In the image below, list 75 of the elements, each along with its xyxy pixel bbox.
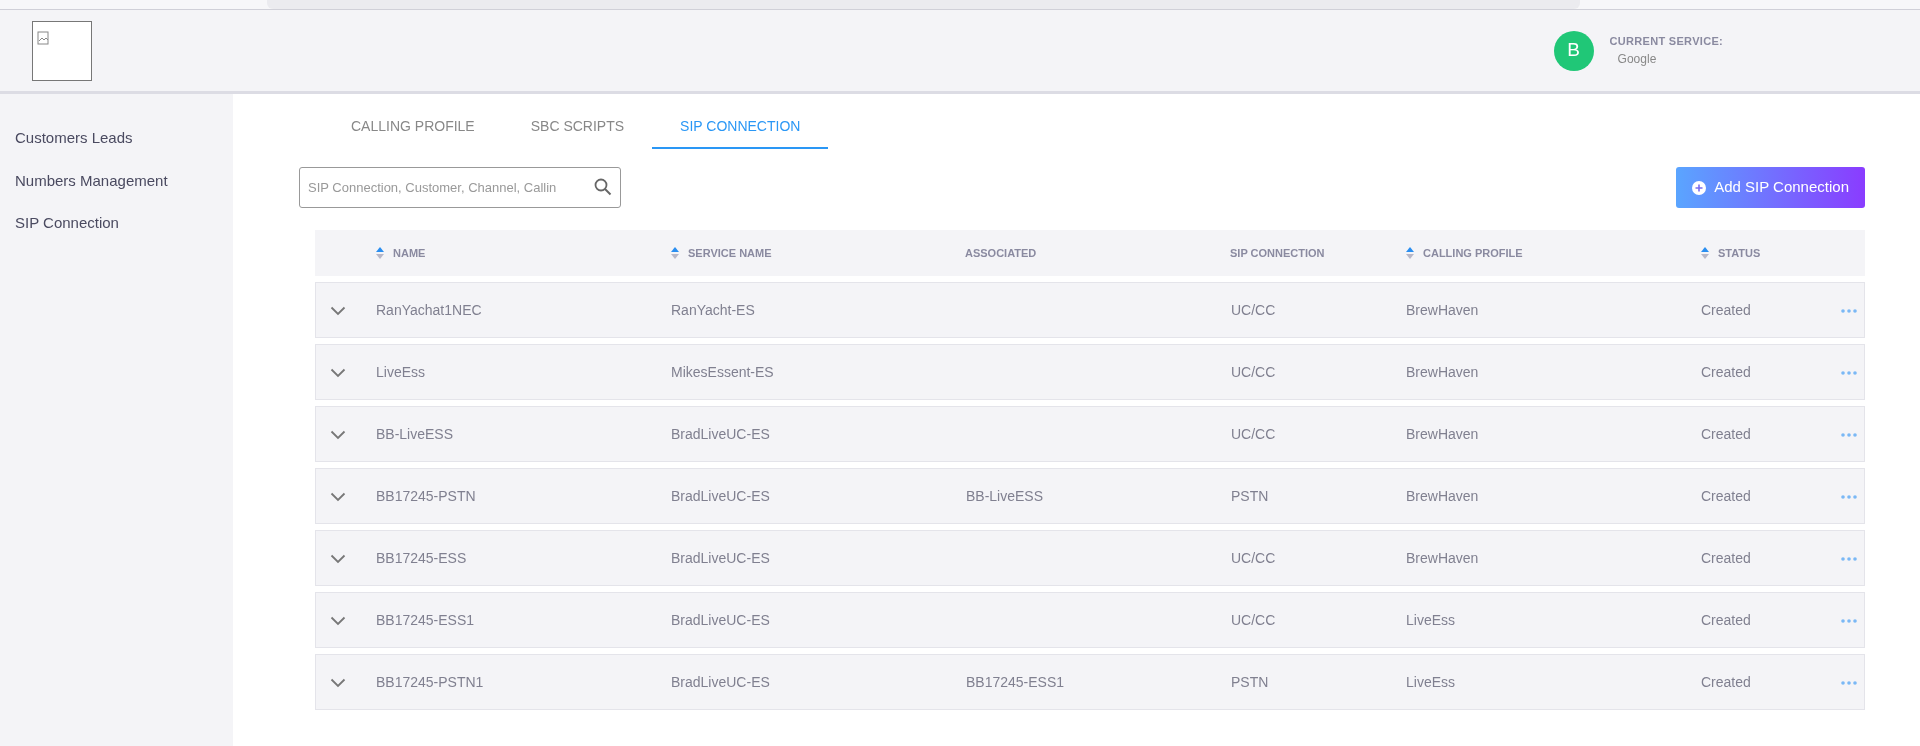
sort-icon[interactable] bbox=[1700, 246, 1710, 260]
sort-icon[interactable] bbox=[375, 246, 385, 260]
table-cell: BrewHaven bbox=[1406, 487, 1479, 504]
search-field[interactable]: SIP Connection, Customer, Channel, Callin bbox=[299, 167, 621, 208]
chevron-down-icon[interactable] bbox=[330, 429, 346, 440]
more-options-icon[interactable] bbox=[1841, 618, 1857, 623]
table-cell: Created bbox=[1701, 549, 1751, 566]
table-cell: LiveEss bbox=[376, 363, 426, 380]
chevron-down-icon[interactable] bbox=[330, 615, 346, 626]
table-cell: Created bbox=[1701, 425, 1751, 442]
more-options-icon[interactable] bbox=[1841, 556, 1857, 561]
table-cell: BB-LiveESS bbox=[966, 487, 1044, 504]
column-header: CALLING PROFILE bbox=[1423, 245, 1523, 261]
table-cell: LiveEss bbox=[1406, 611, 1456, 628]
sidebar-item[interactable]: Numbers Management bbox=[0, 156, 233, 199]
current-service-label: CURRENT SERVICE: bbox=[1609, 34, 1723, 50]
table-cell: BradLiveUC-ES bbox=[671, 487, 770, 504]
table-cell: UC/CC bbox=[1231, 301, 1276, 318]
table-cell: BrewHaven bbox=[1406, 549, 1479, 566]
table-cell: BrewHaven bbox=[1406, 301, 1479, 318]
table-cell: BB17245-ESS1 bbox=[966, 673, 1065, 690]
table-cell: Created bbox=[1701, 611, 1751, 628]
table-cell: Created bbox=[1701, 363, 1751, 380]
table-cell: UC/CC bbox=[1231, 363, 1276, 380]
sort-icon[interactable] bbox=[1405, 246, 1415, 260]
more-options-icon[interactable] bbox=[1841, 308, 1857, 313]
chevron-down-icon[interactable] bbox=[330, 491, 346, 502]
table-cell: PSTN bbox=[1231, 673, 1269, 690]
tab[interactable]: SBC SCRIPTS bbox=[502, 102, 653, 149]
table-cell: BradLiveUC-ES bbox=[671, 611, 770, 628]
chevron-down-icon[interactable] bbox=[330, 367, 346, 378]
tab[interactable]: CALLING PROFILE bbox=[323, 102, 503, 149]
plus-circle-icon bbox=[1692, 180, 1707, 195]
table-cell: UC/CC bbox=[1231, 611, 1276, 628]
table-cell: BB17245-PSTN bbox=[376, 487, 476, 504]
table-cell: BradLiveUC-ES bbox=[671, 549, 770, 566]
table-cell: MikesEssent-ES bbox=[671, 363, 774, 380]
table-cell: PSTN bbox=[1231, 487, 1269, 504]
table-cell: UC/CC bbox=[1231, 425, 1276, 442]
table-cell: UC/CC bbox=[1231, 549, 1276, 566]
broken-image-icon bbox=[37, 31, 51, 46]
avatar: B bbox=[1553, 30, 1594, 71]
column-header: NAME bbox=[393, 245, 426, 261]
search-icon bbox=[594, 178, 612, 196]
table-cell: BB17245-ESS bbox=[376, 549, 467, 566]
table-cell: Created bbox=[1701, 673, 1751, 690]
column-header: SERVICE NAME bbox=[688, 245, 772, 261]
sort-icon[interactable] bbox=[670, 246, 680, 260]
tab[interactable]: SIP CONNECTION bbox=[652, 102, 829, 149]
chevron-down-icon[interactable] bbox=[330, 677, 346, 688]
table-cell: BrewHaven bbox=[1406, 425, 1479, 442]
column-header: SIP CONNECTION bbox=[1230, 245, 1325, 261]
more-options-icon[interactable] bbox=[1841, 680, 1857, 685]
column-header: STATUS bbox=[1718, 245, 1761, 261]
table-cell: LiveEss bbox=[1406, 673, 1456, 690]
table-cell: BrewHaven bbox=[1406, 363, 1479, 380]
add-sip-connection-button[interactable]: Add SIP Connection bbox=[1676, 167, 1865, 208]
table-cell: BB17245-PSTN1 bbox=[376, 673, 484, 690]
table-cell: RanYachat1NEC bbox=[376, 301, 482, 318]
column-header: ASSOCIATED bbox=[965, 245, 1037, 261]
table-cell: BB-LiveESS bbox=[376, 425, 454, 442]
table-cell: Created bbox=[1701, 487, 1751, 504]
table-cell: RanYacht-ES bbox=[671, 301, 755, 318]
sidebar-item[interactable]: SIP Connection bbox=[0, 199, 233, 242]
chevron-down-icon[interactable] bbox=[330, 553, 346, 564]
more-options-icon[interactable] bbox=[1841, 370, 1857, 375]
more-options-icon[interactable] bbox=[1841, 494, 1857, 499]
table-cell: Created bbox=[1701, 301, 1751, 318]
table-cell: BB17245-ESS1 bbox=[376, 611, 475, 628]
table-cell: BradLiveUC-ES bbox=[671, 673, 770, 690]
more-options-icon[interactable] bbox=[1841, 432, 1857, 437]
sidebar-item[interactable]: Customers Leads bbox=[0, 114, 233, 157]
current-service-name: Google bbox=[1616, 50, 1658, 68]
chevron-down-icon[interactable] bbox=[330, 305, 346, 316]
table-cell: BradLiveUC-ES bbox=[671, 425, 770, 442]
